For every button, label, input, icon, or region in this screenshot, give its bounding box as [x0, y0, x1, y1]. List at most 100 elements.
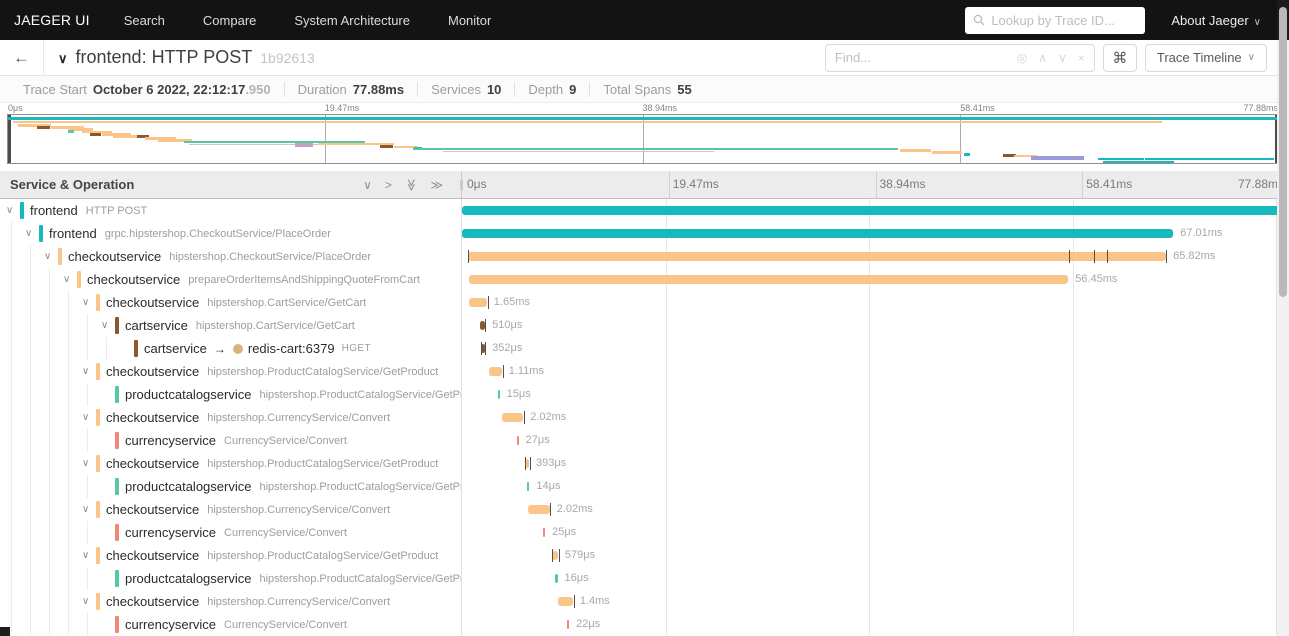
indent-guide	[11, 406, 12, 429]
span-row[interactable]: ∨ checkoutservice hipstershop.CurrencyServ…	[0, 590, 1289, 613]
stat-services: Services 10	[417, 81, 514, 97]
span-row[interactable]: productcatalogservice hipstershop.Product…	[0, 475, 1289, 498]
span-row[interactable]: ∨ checkoutservice hipstershop.ProductCatal…	[0, 452, 1289, 475]
span-row[interactable]: ∨ frontend HTTP POST	[0, 199, 1289, 222]
clear-find-icon[interactable]: ×	[1078, 52, 1085, 64]
expand-chevron-icon[interactable]: ∨	[82, 504, 96, 515]
back-button[interactable]: ←	[0, 40, 44, 75]
view-selector-button[interactable]: Trace Timeline ∨	[1144, 43, 1267, 72]
span-bar[interactable]	[462, 206, 1289, 215]
collapse-one-icon[interactable]: ∨	[363, 179, 372, 191]
span-row[interactable]: ∨ checkoutservice hipstershop.CurrencyServ…	[0, 498, 1289, 521]
expand-chevron-icon[interactable]: ∨	[82, 596, 96, 607]
span-bar[interactable]	[543, 528, 546, 537]
prev-match-icon[interactable]: ∧	[1038, 52, 1047, 64]
span-bar-cell: 1.11ms	[462, 360, 1289, 383]
expand-chevron-icon[interactable]: ∨	[82, 458, 96, 469]
expand-one-icon[interactable]: >	[385, 179, 392, 191]
span-row[interactable]: ∨ checkoutservice hipstershop.CurrencyServ…	[0, 406, 1289, 429]
tree-toggle-icons: ∨ > ≫ ≫	[363, 178, 443, 191]
expand-chevron-icon[interactable]: ∨	[44, 251, 58, 262]
app-brand[interactable]: JAEGER UI	[14, 12, 90, 28]
span-bar[interactable]	[468, 252, 1167, 261]
find-input[interactable]	[825, 50, 1017, 65]
span-bar[interactable]	[469, 275, 1069, 284]
span-bar[interactable]	[489, 367, 502, 376]
service-name: currencyservice	[125, 617, 217, 632]
span-duration-label: 1.11ms	[508, 365, 544, 377]
next-match-icon[interactable]: ∨	[1058, 52, 1067, 64]
nav-item-monitor[interactable]: Monitor	[448, 13, 491, 28]
scrollbar-thumb[interactable]	[1279, 7, 1287, 297]
match-target-icon[interactable]: ◎	[1017, 52, 1027, 64]
nav-item-system-architecture[interactable]: System Architecture	[294, 13, 410, 28]
span-row[interactable]: currencyservice CurrencyService/Convert 25…	[0, 521, 1289, 544]
span-row[interactable]: currencyservice CurrencyService/Convert 22…	[0, 613, 1289, 635]
span-row[interactable]: ∨ checkoutservice hipstershop.ProductCatal…	[0, 360, 1289, 383]
indent-guide	[68, 406, 69, 429]
expand-chevron-icon[interactable]: ∨	[101, 320, 115, 331]
span-row[interactable]: ∨ frontend grpc.hipstershop.CheckoutServic…	[0, 222, 1289, 245]
indent-guide	[11, 590, 12, 613]
vertical-scrollbar[interactable]	[1277, 0, 1289, 636]
span-bar[interactable]	[555, 574, 558, 583]
minimap-span-segment	[13, 120, 1162, 123]
indent-guide	[49, 544, 50, 567]
about-jaeger-menu[interactable]: About Jaeger ∨	[1171, 13, 1261, 28]
span-bar[interactable]	[469, 298, 487, 307]
indent-guide	[11, 498, 12, 521]
indent-guide	[30, 268, 31, 291]
nav-item-compare[interactable]: Compare	[203, 13, 256, 28]
expand-chevron-icon[interactable]: ∨	[82, 412, 96, 423]
minimap-canvas[interactable]	[7, 114, 1278, 164]
span-bar[interactable]	[528, 505, 550, 514]
span-boundary-tick	[1107, 250, 1109, 263]
trace-minimap: 0μs 19.47ms 38.94ms 58.41ms 77.88ms	[7, 103, 1278, 164]
trace-title-wrap: ∨ frontend: HTTP POST 1b92613	[58, 47, 315, 68]
span-row[interactable]: ∨ cartservice hipstershop.CartService/GetC…	[0, 314, 1289, 337]
range-scrubber-left[interactable]	[8, 115, 11, 163]
span-row[interactable]: ∨ checkoutservice hipstershop.ProductCatal…	[0, 544, 1289, 567]
span-bar[interactable]	[557, 597, 573, 606]
expand-all-icon[interactable]: ≫	[430, 179, 443, 191]
operation-name: grpc.hipstershop.CheckoutService/PlaceOr…	[104, 227, 331, 240]
service-color-bar	[20, 202, 24, 219]
expand-chevron-icon[interactable]: ∨	[6, 205, 20, 216]
expand-chevron-icon[interactable]: ∨	[82, 366, 96, 377]
span-row[interactable]: ∨ checkoutservice hipstershop.CheckoutServ…	[0, 245, 1289, 268]
operation-name: hipstershop.ProductCatalogService/GetPro…	[207, 457, 439, 470]
stat-duration: Duration 77.88ms	[283, 81, 417, 97]
expand-chevron-icon[interactable]: ∨	[82, 550, 96, 561]
span-bar[interactable]	[497, 390, 500, 399]
span-row[interactable]: currencyservice CurrencyService/Convert 27…	[0, 429, 1289, 452]
service-name: checkoutservice	[106, 594, 200, 609]
span-row[interactable]: productcatalogservice hipstershop.Product…	[0, 567, 1289, 590]
span-bar-cell: 1.65ms	[462, 291, 1289, 314]
operation-name: hipstershop.CartService/GetCart	[195, 319, 355, 332]
indent-guide	[87, 429, 88, 452]
expand-chevron-icon[interactable]: ∨	[82, 297, 96, 308]
expand-chevron-icon[interactable]: ∨	[63, 274, 77, 285]
indent-guide	[68, 291, 69, 314]
span-row[interactable]: ∨ checkoutservice hipstershop.CartService/…	[0, 291, 1289, 314]
span-bar[interactable]	[516, 436, 519, 445]
span-row[interactable]: cartservice → redis-cart:6379 HGET 352μs	[0, 337, 1289, 360]
nav-item-search[interactable]: Search	[124, 13, 165, 28]
span-bar[interactable]	[462, 229, 1174, 238]
indent-guide	[87, 567, 88, 590]
collapse-all-icon[interactable]: ≫	[404, 178, 418, 191]
collapse-trace-chevron-icon[interactable]: ∨	[58, 51, 68, 67]
span-row[interactable]: ∨ checkoutservice prepareOrderItemsAndShip…	[0, 268, 1289, 291]
operation-name: prepareOrderItemsAndShippingQuoteFromCar…	[188, 273, 420, 286]
trace-lookup-input[interactable]	[991, 12, 1138, 28]
span-duration-label: 2.02ms	[556, 503, 593, 515]
span-boundary-tick	[485, 342, 487, 355]
span-row[interactable]: productcatalogservice hipstershop.Product…	[0, 383, 1289, 406]
span-bar[interactable]	[527, 482, 530, 491]
minimap-span-segment	[37, 125, 50, 129]
expand-chevron-icon[interactable]: ∨	[25, 228, 39, 239]
span-bar[interactable]	[567, 620, 570, 629]
span-bar[interactable]	[501, 413, 524, 422]
service-color-bar	[115, 524, 119, 541]
keyboard-shortcuts-button[interactable]: ⌘	[1102, 43, 1137, 72]
